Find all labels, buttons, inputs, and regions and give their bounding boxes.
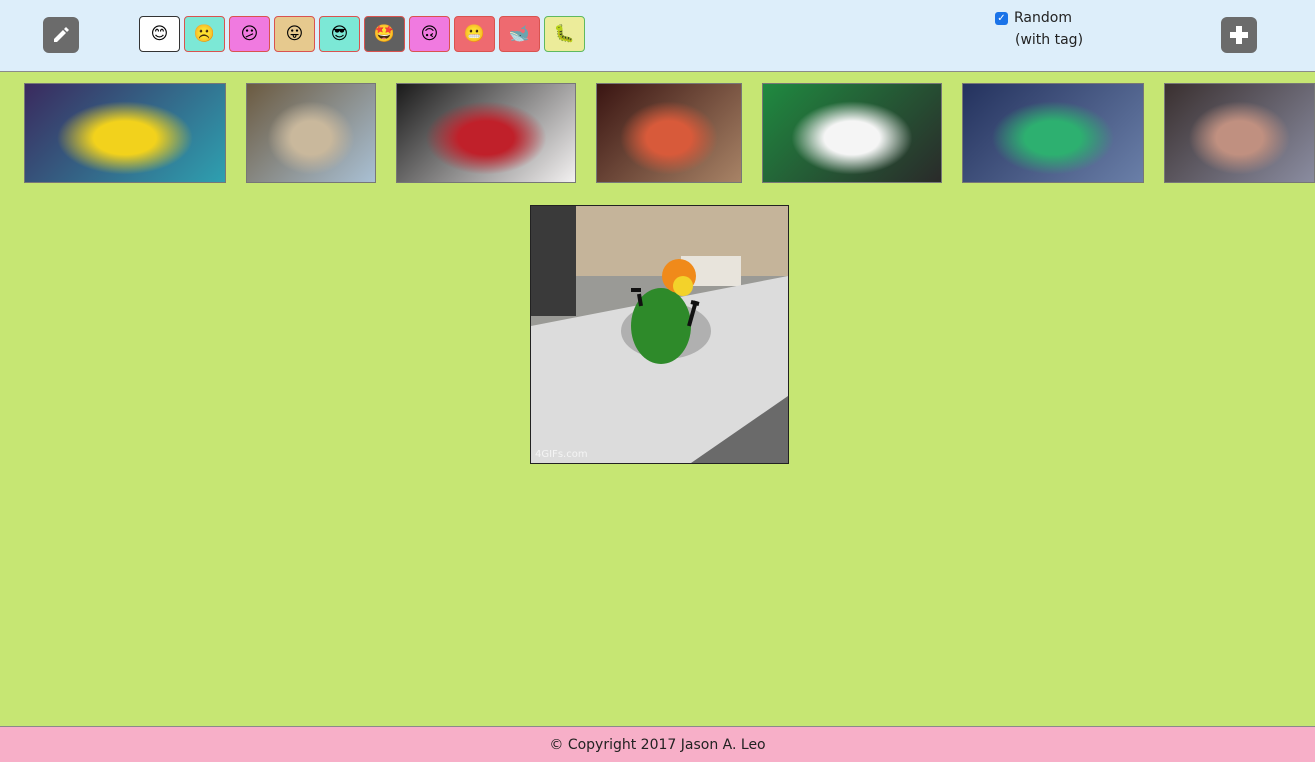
gif-thumbnail-woman-red-chair[interactable]: [396, 83, 576, 183]
tag-button[interactable]: 🤩: [364, 16, 405, 52]
tag-button[interactable]: ☹️: [184, 16, 225, 52]
main-gif[interactable]: 4GIFs.com: [530, 205, 789, 464]
tag-emoji-icon: 😛: [285, 23, 304, 44]
plus-icon: [1230, 26, 1248, 44]
tag-button[interactable]: 😎: [319, 16, 360, 52]
tag-button[interactable]: 🐋: [499, 16, 540, 52]
add-button[interactable]: [1221, 17, 1257, 53]
gif-thumbnail-basketball-players[interactable]: [762, 83, 942, 183]
random-label: Random: [1014, 10, 1072, 26]
tag-emoji-icon: 😬: [463, 23, 486, 44]
gif-thumbnail-man-clapping[interactable]: [246, 83, 376, 183]
tag-emoji-icon: 😎: [330, 23, 349, 44]
gif-thumbnail-news-anchor[interactable]: [962, 83, 1144, 183]
footer: © Copyright 2017 Jason A. Leo: [0, 726, 1315, 762]
tag-button[interactable]: 😛: [274, 16, 315, 52]
top-toolbar: 😊 ☹️ 😕 😛 😎 🤩 🙃 😬 🐋 🐛 ✓ Random (with tag): [0, 0, 1315, 72]
edit-button[interactable]: [43, 17, 79, 53]
gif-thumbnail-cartoon-dog[interactable]: [24, 83, 226, 183]
tag-emoji-icon: 🤩: [373, 23, 396, 44]
copyright-text: © Copyright 2017 Jason A. Leo: [549, 736, 766, 753]
random-sublabel: (with tag): [1015, 32, 1084, 48]
tag-emoji-icon: 🐛: [553, 23, 576, 44]
random-checkbox[interactable]: ✓: [995, 11, 1008, 25]
tag-button[interactable]: 😊: [139, 16, 180, 52]
gif-thumbnail-woman-dancing[interactable]: [596, 83, 742, 183]
gif-thumbnail-bald-man[interactable]: [1164, 83, 1315, 183]
tag-emoji-icon: 😕: [240, 23, 259, 44]
gif-watermark: 4GIFs.com: [535, 449, 588, 460]
parrot-gif-image: [531, 206, 788, 463]
tag-button[interactable]: 😕: [229, 16, 270, 52]
tag-button[interactable]: 😬: [454, 16, 495, 52]
tag-button[interactable]: 🙃: [409, 16, 450, 52]
emotion-tag-list: 😊 ☹️ 😕 😛 😎 🤩 🙃 😬 🐋 🐛: [139, 16, 585, 52]
tag-emoji-icon: ☹️: [193, 23, 216, 44]
tag-emoji-icon: 😊: [150, 23, 169, 44]
pencil-icon: [54, 27, 69, 42]
tag-button[interactable]: 🐛: [544, 16, 585, 52]
tag-emoji-icon: 🙃: [420, 23, 439, 44]
random-toggle: ✓ Random (with tag): [995, 10, 1083, 48]
tag-emoji-icon: 🐋: [508, 23, 531, 44]
